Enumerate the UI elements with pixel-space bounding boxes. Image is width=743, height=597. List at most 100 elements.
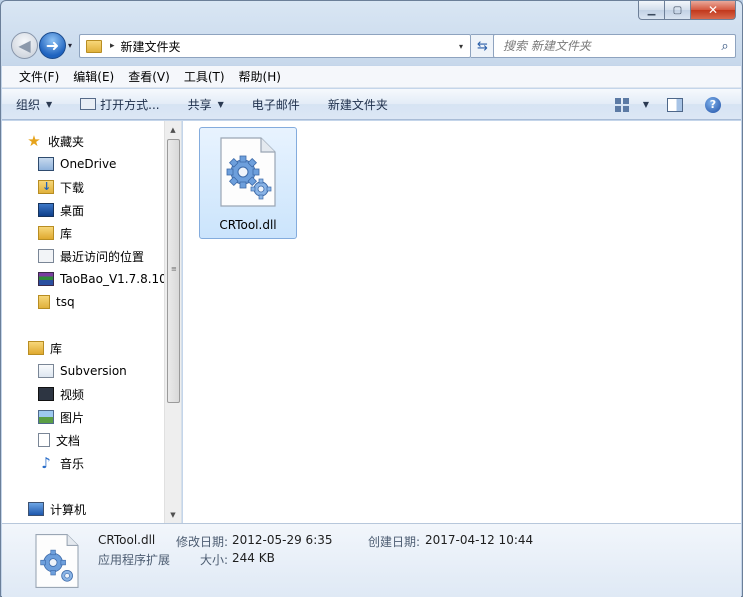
details-file-name: CRTool.dll xyxy=(98,533,156,547)
scroll-up-arrow-icon[interactable]: ▲ xyxy=(165,121,181,138)
view-controls: ▼ ? xyxy=(614,89,741,120)
desktop-icon xyxy=(38,203,54,217)
sidebar-item-tsq[interactable]: tsq xyxy=(38,292,75,312)
sidebar-item-libraries[interactable]: 库 xyxy=(28,338,62,358)
sidebar-item-label: TaoBao_V1.7.8.10_ xyxy=(60,272,173,286)
menu-view[interactable]: 查看(V) xyxy=(121,68,177,85)
grip-icon: ≡ xyxy=(171,265,177,273)
command-bar: 组织 ▼ 打开方式... 共享 ▼ 电子邮件 新建文件夹 ▼ ? xyxy=(2,89,741,120)
search-icon[interactable]: ⌕ xyxy=(715,39,735,54)
menu-edit[interactable]: 编辑(E) xyxy=(66,68,121,85)
sidebar-item-desktop[interactable]: 桌面 xyxy=(38,200,84,220)
winrar-archive-icon xyxy=(38,272,54,286)
menu-help[interactable]: 帮助(H) xyxy=(232,68,288,85)
caption-buttons: ▁ ▢ ✕ xyxy=(638,1,736,21)
recent-pages-dropdown[interactable]: ▾ xyxy=(68,41,72,50)
open-with-icon xyxy=(80,98,97,110)
back-button[interactable]: ◀ xyxy=(11,32,38,59)
sidebar-scrollbar[interactable]: ▲ ≡ ▼ xyxy=(164,121,181,523)
sidebar-item-computer[interactable]: 计算机 xyxy=(28,499,86,519)
sidebar-item-taobao[interactable]: TaoBao_V1.7.8.10_ xyxy=(38,269,173,289)
address-dropdown-icon[interactable]: ▾ xyxy=(452,42,470,51)
view-options-dropdown[interactable]: ▼ xyxy=(643,100,649,109)
sidebar-item-label: 最近访问的位置 xyxy=(60,249,145,264)
details-modified-label: 修改日期: xyxy=(176,535,229,549)
maximize-button[interactable]: ▢ xyxy=(665,1,691,20)
sidebar-item-label: 图片 xyxy=(60,410,85,425)
explorer-window: ▁ ▢ ✕ ◀ ➜ ▾ ▸ 新建文件夹 ▾ ⇆ ⌕ 文件(F) 编辑(E) 查看… xyxy=(0,0,743,597)
file-name-label: CRTool.dll xyxy=(219,218,277,232)
scrollbar-thumb[interactable]: ≡ xyxy=(167,139,180,403)
music-note-icon: ♪ xyxy=(41,454,51,472)
sidebar-item-favorites[interactable]: ★ 收藏夹 xyxy=(26,131,84,151)
menu-file[interactable]: 文件(F) xyxy=(12,68,66,85)
share-button[interactable]: 共享 ▼ xyxy=(188,96,224,113)
onedrive-icon xyxy=(38,157,54,171)
sidebar-item-label: Subversion xyxy=(60,364,127,378)
sidebar-item-label: 下载 xyxy=(60,180,85,195)
file-item-crtool[interactable]: CRTool.dll xyxy=(199,127,297,239)
navigation-row: ◀ ➜ ▾ ▸ 新建文件夹 ▾ ⇆ ⌕ xyxy=(9,31,736,61)
details-file-type: 应用程序扩展 xyxy=(98,553,171,567)
search-box[interactable]: ⌕ xyxy=(493,34,736,58)
breadcrumb-separator-icon[interactable]: ▸ xyxy=(110,41,115,51)
sidebar-item-recent-places[interactable]: 最近访问的位置 xyxy=(38,246,144,266)
preview-pane-icon[interactable] xyxy=(667,97,683,112)
recent-places-icon xyxy=(38,249,54,263)
close-button[interactable]: ✕ xyxy=(691,1,736,20)
address-bar[interactable]: ▸ 新建文件夹 ▾ xyxy=(79,34,471,58)
sidebar-item-label: 库 xyxy=(50,341,63,356)
folder-icon xyxy=(38,295,50,309)
details-created-value: 2017-04-12 10:44 xyxy=(425,533,534,547)
navigation-pane: ★ 收藏夹 OneDrive 下载 桌面 库 最近访问的位置 TaoBao_V1… xyxy=(2,121,182,523)
open-with-label: 打开方式... xyxy=(100,97,160,112)
organize-button[interactable]: 组织 ▼ xyxy=(16,96,52,113)
sidebar-item-documents[interactable]: 文档 xyxy=(38,430,80,450)
refresh-button[interactable]: ⇆ xyxy=(471,34,495,58)
computer-icon xyxy=(28,502,44,516)
picture-icon xyxy=(38,410,54,424)
share-label: 共享 xyxy=(187,97,212,112)
sidebar-item-label: 视频 xyxy=(60,387,85,402)
search-input[interactable] xyxy=(503,39,715,53)
sidebar-item-onedrive[interactable]: OneDrive xyxy=(38,154,116,174)
open-with-button[interactable]: 打开方式... xyxy=(80,96,160,113)
email-button[interactable]: 电子邮件 xyxy=(252,96,300,113)
details-size-label: 大小: xyxy=(200,553,229,567)
menu-tools[interactable]: 工具(T) xyxy=(177,68,232,85)
new-folder-label: 新建文件夹 xyxy=(327,97,388,112)
menu-bar: 文件(F) 编辑(E) 查看(V) 工具(T) 帮助(H) xyxy=(2,66,741,88)
sidebar-item-label: 收藏夹 xyxy=(48,134,85,149)
sidebar-item-library-link[interactable]: 库 xyxy=(38,223,72,243)
help-icon[interactable]: ? xyxy=(705,96,721,113)
library-icon xyxy=(28,341,44,355)
chevron-down-icon: ▼ xyxy=(217,99,224,109)
star-icon: ★ xyxy=(27,132,41,150)
sidebar-item-subversion[interactable]: Subversion xyxy=(38,361,127,381)
sidebar-item-label: OneDrive xyxy=(60,157,117,171)
sidebar-item-label: tsq xyxy=(56,295,75,309)
new-folder-button[interactable]: 新建文件夹 xyxy=(328,96,388,113)
scroll-down-arrow-icon[interactable]: ▼ xyxy=(165,506,181,523)
breadcrumb-current-folder[interactable]: 新建文件夹 xyxy=(121,38,452,55)
email-label: 电子邮件 xyxy=(251,97,300,112)
sidebar-item-videos[interactable]: 视频 xyxy=(38,384,84,404)
sidebar-item-label: 计算机 xyxy=(50,502,87,517)
sidebar-item-music[interactable]: ♪ 音乐 xyxy=(38,453,84,473)
subversion-icon xyxy=(38,364,54,378)
file-list[interactable]: CRTool.dll xyxy=(183,121,741,523)
details-modified-value: 2012-05-29 6:35 xyxy=(232,533,333,547)
sidebar-item-label: 库 xyxy=(60,226,73,241)
sidebar-item-pictures[interactable]: 图片 xyxy=(38,407,84,427)
change-view-icon[interactable] xyxy=(614,97,629,112)
dll-gear-icon xyxy=(35,534,79,588)
sidebar-item-downloads[interactable]: 下载 xyxy=(38,177,84,197)
details-size-value: 244 KB xyxy=(232,551,275,565)
dll-gear-icon xyxy=(220,137,276,207)
forward-button[interactable]: ➜ xyxy=(39,32,66,59)
sidebar-item-label: 音乐 xyxy=(60,456,85,471)
details-created-label: 创建日期: xyxy=(368,535,421,549)
minimize-button[interactable]: ▁ xyxy=(638,1,665,20)
organize-label: 组织 xyxy=(16,97,41,112)
chevron-down-icon: ▼ xyxy=(46,99,53,109)
